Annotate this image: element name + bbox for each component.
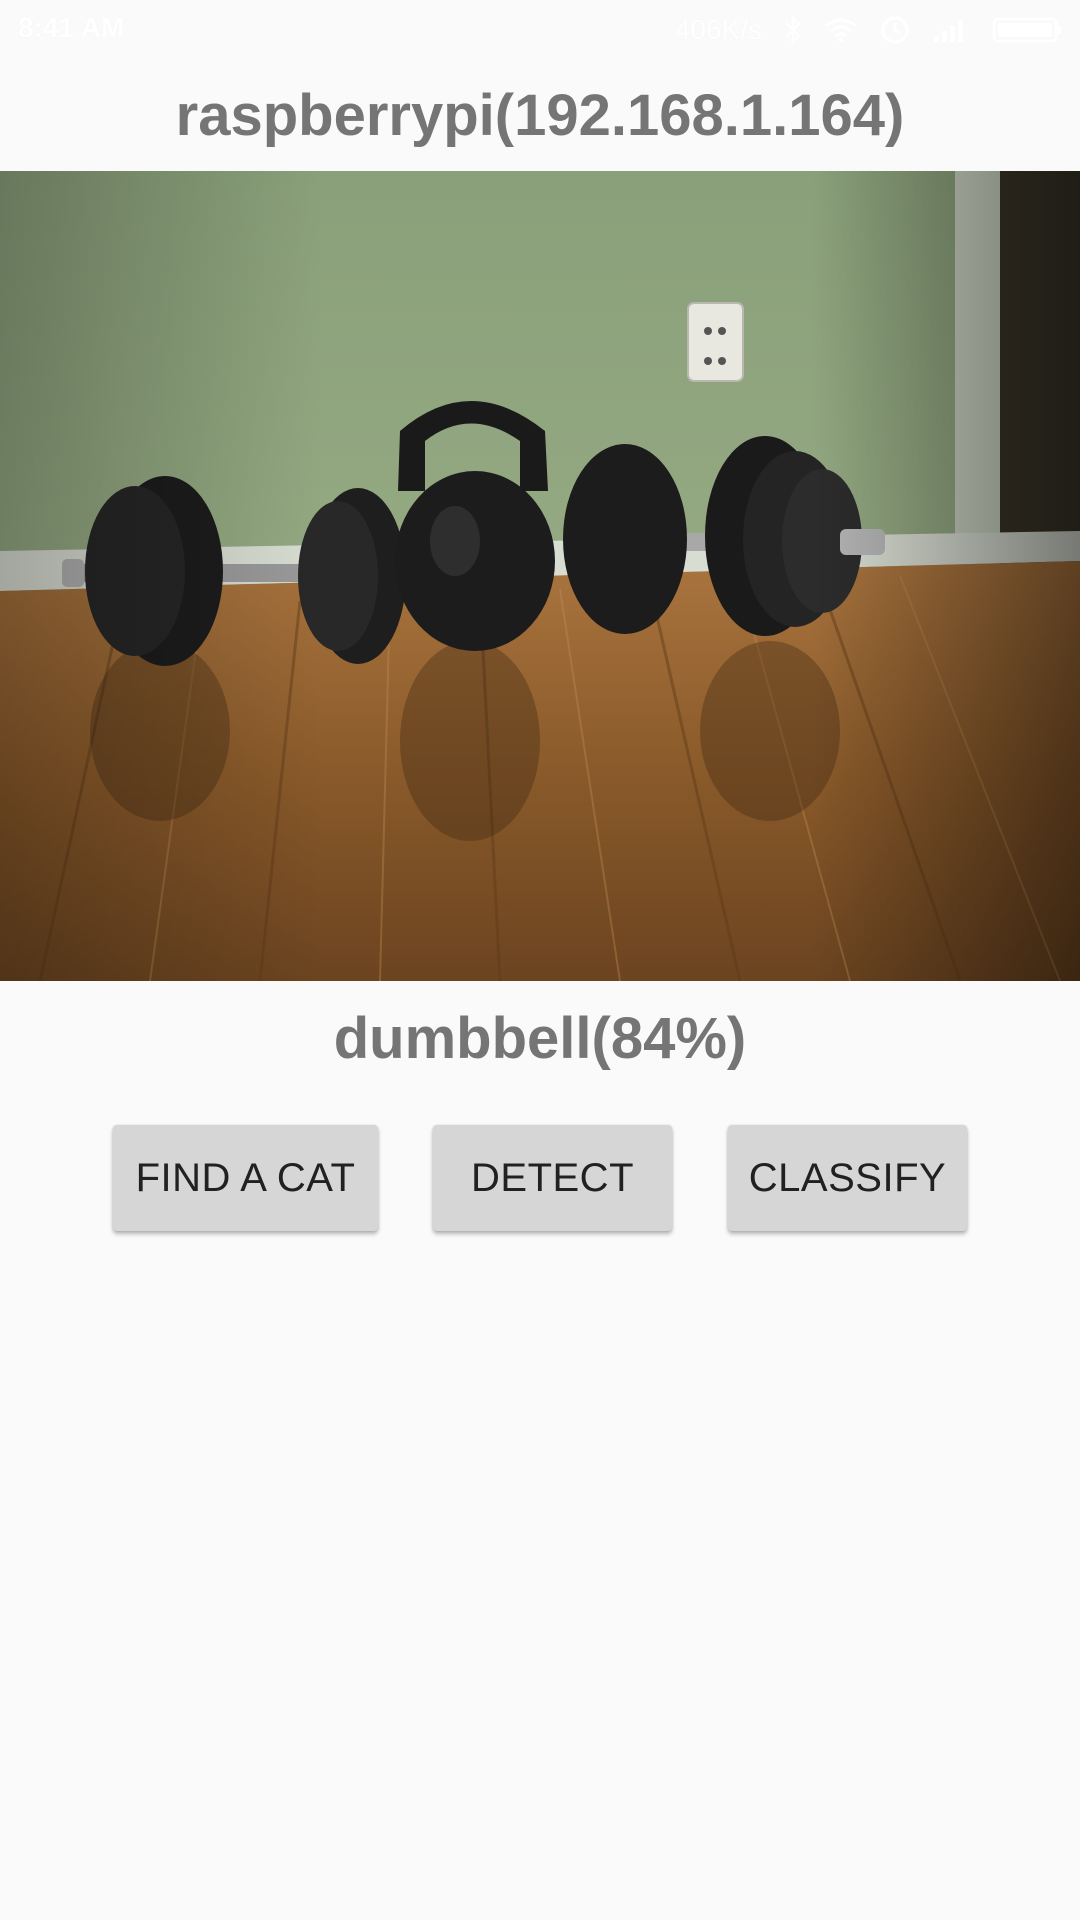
- status-net-speed: 406K/s: [674, 14, 762, 45]
- status-icons: 406K/s: [675, 10, 1064, 50]
- status-bar: 8:41 AM 406K/s: [0, 0, 1080, 60]
- classification-result: dumbbell(84%): [0, 990, 1080, 1086]
- signal-icon: [932, 16, 970, 44]
- bluetooth-icon: [784, 15, 802, 45]
- camera-photo: [0, 171, 1080, 981]
- battery-icon: [992, 16, 1064, 44]
- dumbbells-photo-illustration: [0, 171, 1080, 981]
- find-a-cat-button[interactable]: FIND A CAT: [113, 1125, 378, 1231]
- status-time: 8:41 AM: [18, 12, 125, 43]
- page-title: raspberrypi(192.168.1.164): [175, 82, 905, 148]
- app-header: raspberrypi(192.168.1.164): [0, 60, 1080, 170]
- alarm-icon: [880, 15, 910, 45]
- detect-button[interactable]: DETECT: [433, 1125, 672, 1231]
- classify-button[interactable]: CLASSIFY: [728, 1125, 967, 1231]
- result-label: dumbbell(84%): [333, 1005, 747, 1071]
- wifi-icon: [824, 16, 858, 44]
